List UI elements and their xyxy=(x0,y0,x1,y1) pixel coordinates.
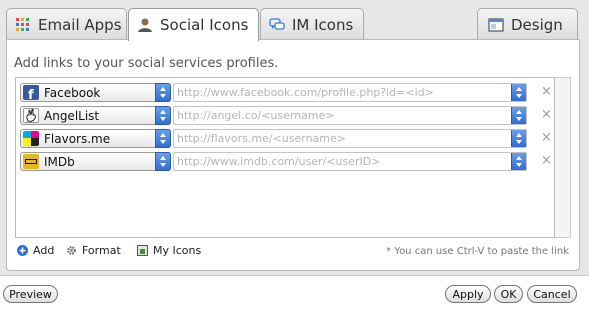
service-name: Facebook xyxy=(44,85,101,100)
add-link[interactable]: Add xyxy=(17,244,54,257)
plus-circle-icon xyxy=(17,245,28,256)
format-link[interactable]: Format xyxy=(66,244,121,257)
list-item: f Facebook http://www.facebook.com/profi… xyxy=(20,83,552,102)
tab-email-apps[interactable]: Email Apps xyxy=(6,8,127,40)
social-links-list: f Facebook http://www.facebook.com/profi… xyxy=(15,77,555,238)
paste-hint: * You can use Ctrl-V to paste the link xyxy=(386,246,569,257)
list-item: IMDb http://www.imdb.com/user/<userID> × xyxy=(20,152,552,171)
profile-url-placeholder: http://www.facebook.com/profile.php?id=<… xyxy=(177,86,434,99)
select-arrows-icon xyxy=(155,129,171,148)
profile-url-placeholder: http://angel.co/<username> xyxy=(177,109,335,122)
flavors-logo-icon xyxy=(23,131,39,146)
angellist-logo-icon xyxy=(23,108,39,123)
service-name: IMDb xyxy=(44,154,75,169)
select-arrows-icon xyxy=(155,83,171,102)
format-label: Format xyxy=(82,244,121,257)
window-icon xyxy=(488,17,504,33)
profile-url-input[interactable]: http://angel.co/<username> xyxy=(173,106,527,125)
grid-apps-icon xyxy=(15,17,31,33)
profile-url-placeholder: http://flavors.me/<username> xyxy=(177,132,346,145)
tab-social-icons[interactable]: Social Icons xyxy=(128,8,259,41)
my-icons-label: My Icons xyxy=(153,244,202,257)
remove-icon[interactable]: × xyxy=(541,84,552,99)
svg-text:f: f xyxy=(28,88,34,100)
select-arrows-icon xyxy=(155,106,171,125)
list-item: Flavors.me http://flavors.me/<username> … xyxy=(20,129,552,148)
gear-icon xyxy=(66,245,77,256)
facebook-logo-icon: f xyxy=(23,85,39,100)
person-icon xyxy=(137,17,153,33)
service-name: Flavors.me xyxy=(44,131,111,146)
tab-design-label: Design xyxy=(511,15,563,34)
tab-im-icons[interactable]: IM Icons xyxy=(260,8,364,40)
url-stepper-icon[interactable] xyxy=(511,107,526,124)
social-icons-panel: Add links to your social services profil… xyxy=(6,39,580,271)
service-select[interactable]: f Facebook xyxy=(20,83,171,102)
panel-hint: Add links to your social services profil… xyxy=(14,56,279,71)
service-name: AngelList xyxy=(44,108,100,123)
tab-email-apps-label: Email Apps xyxy=(38,15,122,34)
profile-url-input[interactable]: http://www.imdb.com/user/<userID> xyxy=(173,152,527,171)
add-label: Add xyxy=(33,244,55,257)
list-scrollbar[interactable] xyxy=(555,77,571,238)
imdb-logo-icon xyxy=(23,154,39,169)
service-select[interactable]: Flavors.me xyxy=(20,129,171,148)
service-select[interactable]: IMDb xyxy=(20,152,171,171)
cancel-button[interactable]: Cancel xyxy=(527,285,577,303)
tab-social-icons-label: Social Icons xyxy=(160,16,249,34)
url-stepper-icon[interactable] xyxy=(511,130,526,147)
remove-icon[interactable]: × xyxy=(541,107,552,122)
tab-design[interactable]: Design xyxy=(477,8,578,40)
remove-icon[interactable]: × xyxy=(541,153,552,168)
select-arrows-icon xyxy=(155,152,171,171)
remove-icon[interactable]: × xyxy=(541,130,552,145)
url-stepper-icon[interactable] xyxy=(511,153,526,170)
profile-url-placeholder: http://www.imdb.com/user/<userID> xyxy=(177,155,381,168)
my-icons-link[interactable]: My Icons xyxy=(137,244,201,257)
tab-im-icons-label: IM Icons xyxy=(292,15,354,34)
profile-url-input[interactable]: http://www.facebook.com/profile.php?id=<… xyxy=(173,83,527,102)
service-select[interactable]: AngelList xyxy=(20,106,171,125)
url-stepper-icon[interactable] xyxy=(511,84,526,101)
preview-button[interactable]: Preview xyxy=(3,285,58,303)
image-icon xyxy=(137,245,148,256)
profile-url-input[interactable]: http://flavors.me/<username> xyxy=(173,129,527,148)
dialog-body: Email Apps Social Icons IM Icons Design … xyxy=(0,0,589,276)
apply-button[interactable]: Apply xyxy=(445,285,491,303)
chat-bubbles-icon xyxy=(269,17,285,33)
ok-button[interactable]: OK xyxy=(494,285,523,303)
list-item: AngelList http://angel.co/<username> × xyxy=(20,106,552,125)
